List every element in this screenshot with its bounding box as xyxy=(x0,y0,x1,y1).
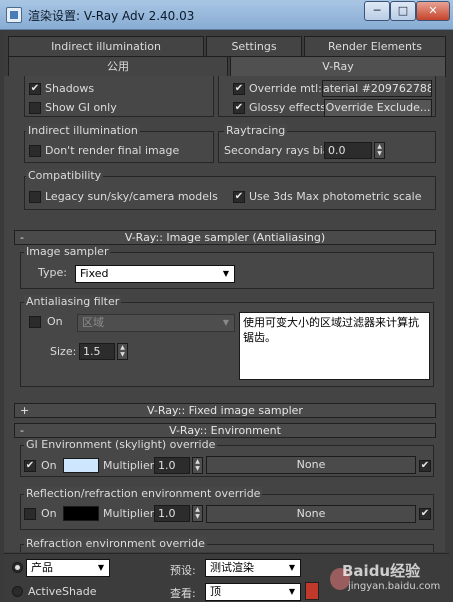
show-gi-only-label: Show GI only xyxy=(45,101,117,114)
production-dropdown[interactable]: 产品 ▼ xyxy=(26,559,110,577)
filter-size-spinner[interactable]: ▲ ▼ xyxy=(117,343,128,360)
photometric-scale-checkbox[interactable]: ✔ xyxy=(233,191,245,203)
chevron-down-icon: ▼ xyxy=(97,563,105,572)
gi-multiplier-spinner[interactable]: ▲ ▼ xyxy=(192,457,203,474)
view-label: 查看: xyxy=(170,587,196,600)
gi-multiplier-input[interactable]: 1.0 xyxy=(154,457,190,474)
photometric-scale-label: Use 3ds Max photometric scale xyxy=(249,190,422,203)
preset-value: 测试渲染 xyxy=(210,561,254,574)
raytracing-group-title: Raytracing xyxy=(224,124,288,137)
refl-map-enable-checkbox[interactable]: ✔ xyxy=(419,508,431,520)
image-sampler-rollout-title: V-Ray:: Image sampler (Antialiasing) xyxy=(124,231,326,244)
refl-map-button[interactable]: None xyxy=(206,505,416,523)
indirect-illumination-group-title: Indirect illumination xyxy=(26,124,140,137)
reflection-refraction-group-title: Reflection/refraction environment overri… xyxy=(24,487,263,500)
override-mtl-label: Override mtl: xyxy=(249,82,322,95)
rollout-collapse-icon: - xyxy=(20,231,24,244)
refl-override-on-checkbox[interactable] xyxy=(24,508,36,520)
shadows-label: Shadows xyxy=(45,82,95,95)
sampler-type-label: Type: xyxy=(38,266,67,279)
tab-vray[interactable]: V-Ray xyxy=(230,56,446,77)
fixed-image-sampler-rollout-header[interactable]: + V-Ray:: Fixed image sampler xyxy=(14,403,436,418)
watermark-url: jingyan.baidu.com xyxy=(348,581,441,592)
environment-rollout-header[interactable]: - V-Ray:: Environment xyxy=(14,423,436,438)
tab-indirect-illumination[interactable]: Indirect illumination xyxy=(8,36,204,57)
override-mtl-checkbox[interactable]: ✔ xyxy=(233,83,245,95)
secondary-rays-bias-label: Secondary rays bias xyxy=(224,144,336,157)
shadows-checkbox[interactable]: ✔ xyxy=(29,83,41,95)
legacy-models-checkbox[interactable] xyxy=(29,191,41,203)
override-material-button[interactable]: aterial #2097627885 xyxy=(322,80,432,97)
minimize-button[interactable]: ─ xyxy=(364,1,390,21)
window-title: 渲染设置: V-Ray Adv 2.40.03 xyxy=(28,9,195,23)
app-icon xyxy=(6,7,22,23)
chevron-down-icon: ▼ xyxy=(222,269,230,278)
preset-label: 预设: xyxy=(170,564,196,577)
tab-render-elements[interactable]: Render Elements xyxy=(304,36,446,57)
close-button[interactable]: ✕ xyxy=(416,1,450,21)
chevron-down-icon: ▼ xyxy=(288,587,296,596)
tab-settings[interactable]: Settings xyxy=(206,36,302,57)
production-value: 产品 xyxy=(31,561,53,574)
refl-multiplier-spinner[interactable]: ▲ ▼ xyxy=(192,505,203,522)
tab-common[interactable]: 公用 xyxy=(8,56,228,77)
glossy-effects-checkbox[interactable]: ✔ xyxy=(233,102,245,114)
aa-filter-description: 使用可变大小的区域过滤器来计算抗锯齿。 xyxy=(239,312,430,380)
chevron-down-icon: ▼ xyxy=(222,318,230,327)
aa-filter-dropdown[interactable]: 区域 ▼ xyxy=(77,314,235,332)
refl-multiplier-input[interactable]: 1.0 xyxy=(154,505,190,522)
activeshade-label: ActiveShade xyxy=(28,585,97,598)
watermark-brand: Baidu经验 xyxy=(342,562,421,580)
production-radio[interactable] xyxy=(12,562,23,573)
dont-render-final-image-label: Don't render final image xyxy=(45,144,180,157)
sampler-type-dropdown[interactable]: Fixed ▼ xyxy=(75,265,235,283)
secondary-rays-bias-spinner[interactable]: ▲ ▼ xyxy=(374,142,385,159)
compatibility-group-title: Compatibility xyxy=(26,169,104,182)
override-exclude-button[interactable]: Override Exclude... xyxy=(324,99,432,117)
legacy-models-label: Legacy sun/sky/camera models xyxy=(45,190,218,203)
view-value: 顶 xyxy=(210,585,221,598)
preset-dropdown[interactable]: 测试渲染 ▼ xyxy=(205,559,301,577)
secondary-rays-bias-input[interactable]: 0.0 xyxy=(324,142,372,159)
title-bar: 渲染设置: V-Ray Adv 2.40.03 ─ □ ✕ xyxy=(0,0,453,30)
image-sampler-rollout-header[interactable]: - V-Ray:: Image sampler (Antialiasing) xyxy=(14,230,436,245)
refl-color-swatch[interactable] xyxy=(63,506,99,521)
gi-override-on-checkbox[interactable]: ✔ xyxy=(24,460,36,472)
lock-view-icon[interactable] xyxy=(305,582,319,600)
image-sampler-group-title: Image sampler xyxy=(24,245,111,258)
bottom-bar: 产品 ▼ ActiveShade 预设: 测试渲染 ▼ 查看: 顶 ▼ Baid… xyxy=(4,553,449,602)
maximize-button[interactable]: □ xyxy=(390,1,416,21)
refraction-environment-group-title: Refraction environment override xyxy=(24,537,207,550)
refl-multiplier-label: Multiplier: xyxy=(103,507,158,520)
antialiasing-filter-group-title: Antialiasing filter xyxy=(24,295,122,308)
vray-settings-panel: ✔ Shadows Show GI only ✔ Override mtl: a… xyxy=(4,76,445,552)
gi-color-swatch[interactable] xyxy=(63,458,99,473)
rollout-expand-icon: + xyxy=(20,404,30,417)
refl-override-on-label: On xyxy=(41,507,57,520)
gi-override-on-label: On xyxy=(41,459,57,472)
gi-map-button[interactable]: None xyxy=(206,456,416,474)
aa-filter-on-checkbox[interactable] xyxy=(29,316,41,328)
gi-map-enable-checkbox[interactable]: ✔ xyxy=(419,460,431,472)
dont-render-final-image-checkbox[interactable] xyxy=(29,145,41,157)
aa-filter-value: 区域 xyxy=(82,316,104,329)
aa-filter-on-label: On xyxy=(47,315,63,328)
sampler-type-value: Fixed xyxy=(80,267,109,280)
gi-multiplier-label: Multiplier: xyxy=(103,459,158,472)
show-gi-only-checkbox[interactable] xyxy=(29,102,41,114)
filter-size-label: Size: xyxy=(50,345,77,358)
rollout-collapse-icon: - xyxy=(20,424,24,437)
environment-rollout-title: V-Ray:: Environment xyxy=(169,424,281,437)
fixed-image-sampler-rollout-title: V-Ray:: Fixed image sampler xyxy=(147,404,303,417)
gi-environment-group-title: GI Environment (skylight) override xyxy=(24,438,218,451)
glossy-effects-label: Glossy effects xyxy=(249,101,326,114)
chevron-down-icon: ▼ xyxy=(288,563,296,572)
filter-size-input[interactable]: 1.5 xyxy=(79,343,115,360)
view-dropdown[interactable]: 顶 ▼ xyxy=(205,583,301,601)
activeshade-radio[interactable] xyxy=(12,586,23,597)
